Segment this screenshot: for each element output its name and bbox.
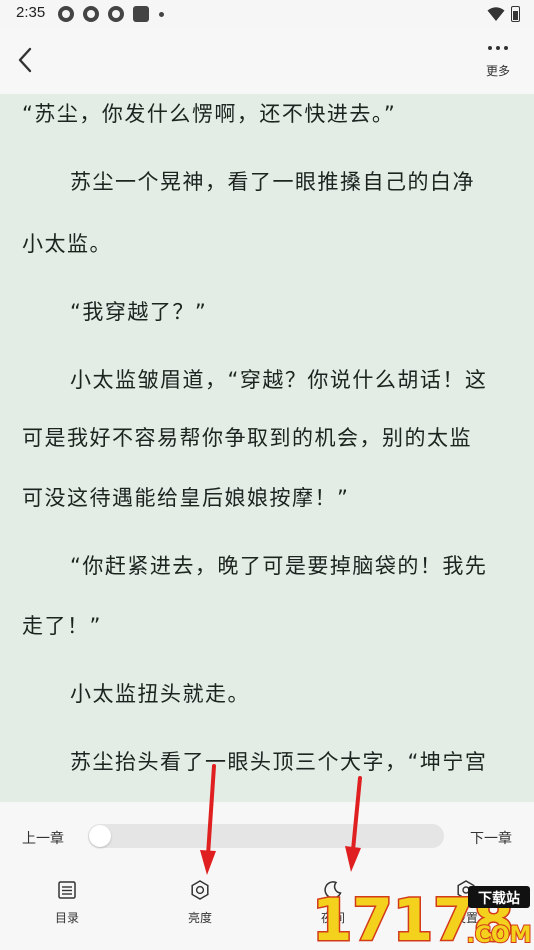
notification-icon — [83, 6, 99, 22]
reader-screen: 2:35 更多 “苏尘，你发什么愣啊，还不快进去。” 苏尘一个晃神，看了一眼推搡… — [0, 0, 534, 950]
text-line: 可是我好不容易帮你争取到的机会，别的太监 — [22, 426, 472, 450]
text-line: “苏尘，你发什么愣啊，还不快进去。” — [22, 102, 397, 126]
nav-toc-button[interactable]: 目录 — [32, 880, 102, 926]
text-line: 苏尘一个晃神，看了一眼推搡自己的白净 — [70, 170, 475, 194]
text-line: 小太监。 — [22, 232, 112, 256]
text-line: 小太监扭头就走。 — [70, 682, 250, 706]
next-chapter-button[interactable]: 下一章 — [470, 828, 512, 848]
back-button[interactable] — [10, 42, 40, 78]
chevron-left-icon — [18, 47, 32, 73]
prev-chapter-button[interactable]: 上一章 — [22, 828, 64, 848]
notification-icon — [58, 6, 74, 22]
battery-icon — [511, 6, 520, 22]
text-line: 苏尘抬头看了一眼头顶三个大字，“坤宁宫 — [70, 750, 488, 774]
status-system-icons — [487, 6, 520, 22]
wifi-icon — [487, 7, 505, 21]
more-button[interactable]: 更多 — [478, 40, 518, 86]
reading-content[interactable]: “苏尘，你发什么愣啊，还不快进去。” 苏尘一个晃神，看了一眼推搡自己的白净 小太… — [0, 94, 534, 802]
watermark-logo-graphic: 17178 下载站 .COM — [311, 885, 533, 950]
nav-brightness-button[interactable]: 亮度 — [165, 880, 235, 926]
chapter-progress-slider[interactable] — [88, 824, 444, 848]
notification-icon — [108, 6, 124, 22]
text-line: 小太监皱眉道，“穿越？你说什么胡话！这 — [70, 368, 488, 392]
brightness-icon — [191, 880, 209, 900]
watermark-logo: 17178 下载站 .COM — [308, 884, 533, 950]
status-time: 2:35 — [16, 4, 46, 21]
text-line: “你赶紧进去，晚了可是要掉脑袋的！我先 — [70, 554, 488, 578]
text-line: 可没这待遇能给皇后娘娘按摩！” — [22, 486, 350, 510]
square-icon — [133, 6, 149, 22]
status-notification-icons — [58, 6, 164, 22]
text-line: 走了！” — [22, 614, 102, 638]
nav-brightness-label: 亮度 — [187, 911, 212, 925]
list-icon — [58, 881, 76, 899]
more-dots-icon — [478, 46, 518, 50]
text-line: “我穿越了？” — [70, 300, 208, 324]
status-bar: 2:35 — [0, 0, 534, 28]
progress-thumb[interactable] — [89, 825, 111, 847]
dot-icon — [159, 11, 164, 17]
watermark-sub-bottom: .COM — [466, 923, 531, 948]
more-label: 更多 — [485, 64, 510, 78]
watermark-sub-top: 下载站 — [478, 890, 520, 907]
nav-toc-label: 目录 — [54, 911, 79, 925]
reader-top-bar: 更多 — [0, 28, 534, 94]
